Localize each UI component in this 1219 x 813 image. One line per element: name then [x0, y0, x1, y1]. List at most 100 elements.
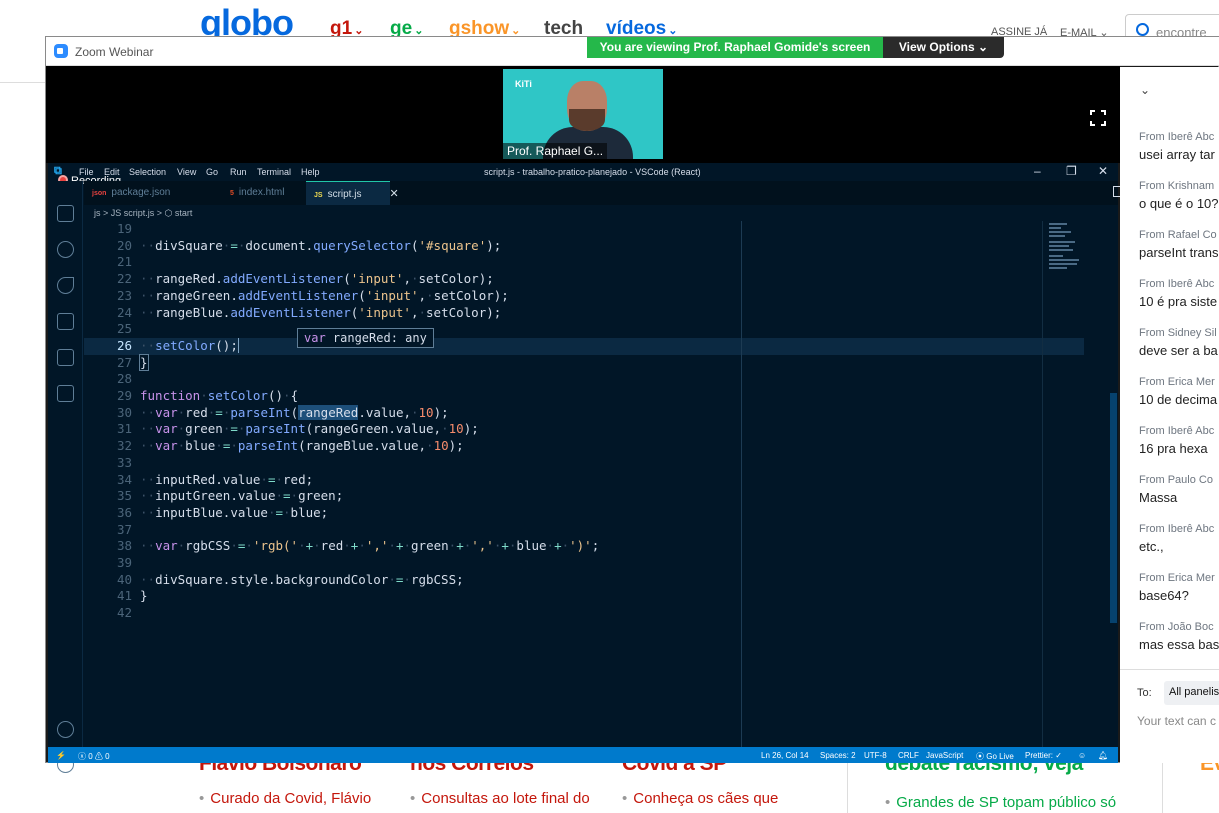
- code-editor[interactable]: 19 20 ··divSquare·=·document.querySelecto…: [84, 221, 1084, 747]
- bullet-link-1[interactable]: • Curado da Covid, Flávio: [199, 790, 371, 807]
- line-number: 25: [116, 321, 132, 337]
- speaker-video-thumbnail[interactable]: KiTi Prof. Raphael G...: [503, 69, 663, 159]
- chat-message: From Iberê Abc etc.,: [1139, 523, 1215, 554]
- html5-file-icon: 5: [230, 190, 234, 197]
- extensions-icon[interactable]: [57, 385, 74, 402]
- chat-message: From Iberê Abc 16 pra hexa: [1139, 425, 1215, 456]
- cursor-position[interactable]: Ln 26, Col 14: [761, 751, 809, 760]
- menu-view[interactable]: View: [177, 167, 196, 177]
- search-icon[interactable]: [57, 241, 74, 258]
- account-icon[interactable]: [57, 721, 74, 738]
- chevron-down-icon[interactable]: ⌄: [1140, 83, 1150, 97]
- code-line-35: ··inputGreen.value·=·green;: [140, 488, 344, 504]
- minimap[interactable]: [1042, 221, 1110, 747]
- breadcrumb[interactable]: js > JS script.js > ⬡ start: [94, 208, 192, 219]
- site-header: globo g1 ⌄ ge ⌄ gshow ⌄ tech vídeos ⌄ ASSINE…: [0, 0, 1219, 50]
- line-number: 24: [116, 304, 132, 320]
- menu-go[interactable]: Go: [206, 167, 218, 177]
- editor-scrollbar[interactable]: [1110, 393, 1117, 623]
- line-number: 33: [116, 454, 132, 470]
- video-strip: KiTi Prof. Raphael G...: [46, 66, 1120, 163]
- bullet-link-2[interactable]: • Consultas ao lote final do: [410, 790, 590, 807]
- menu-terminal[interactable]: Terminal: [257, 167, 291, 177]
- prettier-status[interactable]: Prettier: ✓: [1025, 751, 1062, 760]
- bullet-link-3[interactable]: • Conheça os cães que: [622, 790, 778, 807]
- menu-selection[interactable]: Selection: [129, 167, 166, 177]
- line-number: 41: [116, 588, 132, 604]
- line-number: 38: [116, 538, 132, 554]
- code-line-34: ··inputRed.value·=·red;: [140, 471, 314, 487]
- code-line-40: ··divSquare.style.backgroundColor·=·rgbC…: [140, 571, 464, 587]
- chevron-down-icon: ⌄: [978, 40, 989, 54]
- speaker-name-label: Prof. Raphael G...: [503, 143, 608, 159]
- divider: [0, 82, 46, 83]
- chat-message: From Erica Mer base64?: [1139, 572, 1215, 603]
- code-line-20: ··divSquare·=·document.querySelector('#s…: [140, 237, 502, 253]
- js-file-icon: JS: [314, 192, 323, 199]
- column-divider: [847, 760, 848, 813]
- editor-ruler: [741, 221, 742, 747]
- close-icon[interactable]: ✕: [1098, 164, 1108, 178]
- vscode-titlebar: ⧉ File Edit Selection View Go Run Termin…: [48, 163, 1118, 181]
- eol-status[interactable]: CRLF: [898, 751, 919, 760]
- remote-explorer-icon[interactable]: [57, 349, 74, 366]
- go-live-button[interactable]: ⦿ Go Live: [976, 751, 1014, 762]
- menu-run[interactable]: Run: [230, 167, 247, 177]
- language-mode[interactable]: JavaScript: [926, 751, 963, 760]
- hover-tooltip: var rangeRed: any: [297, 328, 434, 348]
- line-number: 19: [116, 221, 132, 236]
- chat-recipient-select[interactable]: All panelis: [1164, 681, 1219, 705]
- view-options-button[interactable]: View Options ⌄: [883, 37, 1004, 58]
- chat-message-input[interactable]: Your text can c: [1137, 714, 1216, 728]
- activity-bar: [48, 181, 83, 773]
- feedback-icon[interactable]: ☺: [1078, 751, 1086, 760]
- close-tab-icon[interactable]: ✕: [389, 188, 398, 200]
- run-debug-icon[interactable]: [57, 313, 74, 330]
- tab-script-js[interactable]: JS script.js ✕: [306, 181, 399, 205]
- tab-index-html[interactable]: 5 index.html: [222, 181, 304, 205]
- explorer-icon[interactable]: [57, 205, 74, 222]
- line-number: 26: [116, 337, 132, 353]
- line-number: 39: [116, 555, 132, 570]
- chat-message: From Iberê Abc usei array tar: [1139, 131, 1215, 162]
- menu-help[interactable]: Help: [301, 167, 320, 177]
- restore-icon[interactable]: ❐: [1066, 164, 1077, 178]
- current-line-highlight: 26 ··setColor();: [84, 337, 1084, 355]
- line-number: 36: [116, 504, 132, 520]
- editor-tabs: json package.json 5 index.html JS script.js…: [84, 181, 1143, 205]
- line-number: 35: [116, 488, 132, 504]
- encoding-status[interactable]: UTF-8: [864, 751, 887, 760]
- problems-status[interactable]: ⓧ 0 ⚠ 0: [78, 751, 110, 762]
- bullet-link-4[interactable]: • Grandes de SP topam público só: [885, 794, 1116, 811]
- chat-panel: ⌄ From Iberê Abc usei array tar From Kris…: [1120, 67, 1219, 763]
- speaker-beard: [569, 109, 605, 131]
- kiti-sign-image: KiTi: [515, 79, 532, 89]
- indentation-status[interactable]: Spaces: 2: [820, 751, 856, 760]
- code-line-32: ··var·blue·=·parseInt(rangeBlue.value,·1…: [140, 438, 464, 454]
- status-bar: ⚡ ⓧ 0 ⚠ 0 Ln 26, Col 14 Spaces: 2 UTF-8 …: [48, 747, 1118, 763]
- code-line-31: ··var·green·=·parseInt(rangeGreen.value,…: [140, 421, 479, 437]
- line-number: 21: [116, 254, 132, 270]
- fullscreen-icon[interactable]: [1090, 110, 1106, 126]
- line-number: 42: [116, 605, 132, 621]
- code-line-27: }: [139, 353, 149, 371]
- code-line-36: ··inputBlue.value·=·blue;: [140, 504, 329, 520]
- search-icon: [1136, 23, 1149, 36]
- chat-divider: [1120, 669, 1219, 670]
- code-line-23: ··rangeGreen.addEventListener('input',·s…: [140, 287, 509, 303]
- viewing-screen-banner: You are viewing Prof. Raphael Gomide's s…: [587, 37, 883, 58]
- zoom-window-title: Zoom Webinar: [75, 45, 154, 59]
- line-number: 32: [116, 438, 132, 454]
- tab-package-json[interactable]: json package.json: [84, 181, 179, 205]
- minimize-icon[interactable]: –: [1034, 164, 1041, 178]
- line-number: 31: [116, 421, 132, 437]
- line-number: 22: [116, 271, 132, 287]
- source-control-icon[interactable]: [57, 277, 74, 294]
- code-line-41: }: [140, 588, 148, 604]
- chat-message: From João Boc mas essa bas: [1139, 621, 1219, 652]
- remote-icon[interactable]: ⚡: [56, 751, 66, 760]
- notifications-icon[interactable]: 🔔︎: [1098, 751, 1108, 760]
- chat-message: From Iberê Abc 10 é pra siste: [1139, 278, 1218, 309]
- chat-message: From Krishnam o que é o 10?: [1139, 180, 1219, 211]
- code-line-30: ··var·red·=·parseInt(rangeRed.value,·10)…: [140, 404, 449, 420]
